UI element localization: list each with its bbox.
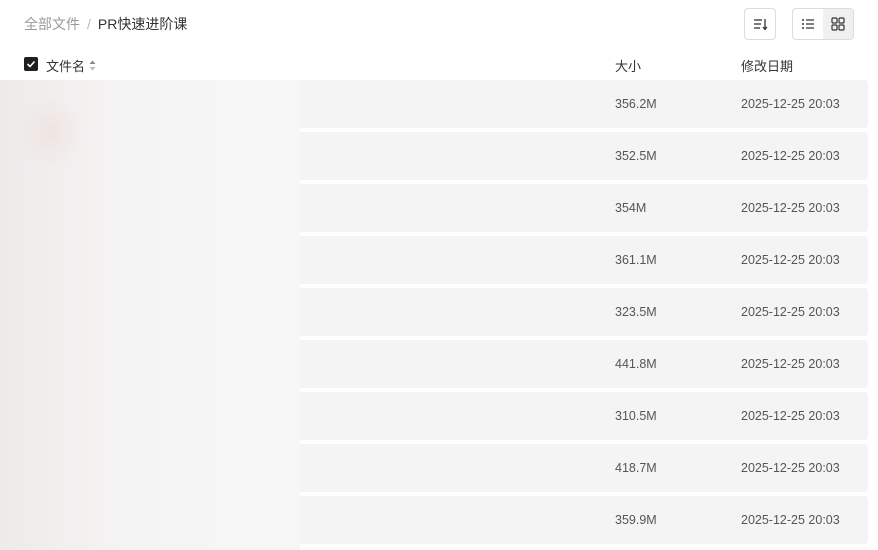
file-size: 418.7M	[615, 461, 657, 475]
column-header-name-label: 文件名	[46, 59, 86, 74]
file-size: 352.5M	[615, 149, 657, 163]
breadcrumb-current-folder: PR快速进阶课	[97, 16, 188, 32]
file-modified-date: 2025-12-25 20:03	[741, 201, 840, 215]
breadcrumb-root-link[interactable]: 全部文件	[24, 14, 80, 34]
blurred-region	[0, 80, 300, 550]
breadcrumb-separator: /	[87, 16, 91, 32]
list-view-button[interactable]	[793, 9, 823, 39]
file-size: 323.5M	[615, 305, 657, 319]
file-modified-date: 2025-12-25 20:03	[741, 253, 840, 267]
file-modified-date: 2025-12-25 20:03	[741, 357, 840, 371]
file-size: 361.1M	[615, 253, 657, 267]
sort-lines-icon	[754, 19, 768, 31]
grid-view-button[interactable]	[823, 9, 853, 39]
select-all-checkbox[interactable]	[24, 57, 38, 71]
table-header: 文件名 大小 修改日期	[0, 52, 878, 76]
check-icon	[26, 60, 36, 68]
file-browser: 全部文件 / PR快速进阶课 文件名 大小 修改日期 356.2M 2025-1…	[0, 0, 878, 550]
file-size: 441.8M	[615, 357, 657, 371]
grid-view-icon	[831, 17, 845, 31]
blurred-spot	[14, 92, 84, 172]
file-size: 356.2M	[615, 97, 657, 111]
sort-button[interactable]	[744, 8, 776, 40]
column-header-modified: 修改日期	[741, 59, 794, 74]
file-modified-date: 2025-12-25 20:03	[741, 305, 840, 319]
file-modified-date: 2025-12-25 20:03	[741, 409, 840, 423]
breadcrumb: 全部文件 / PR快速进阶课	[24, 14, 187, 34]
file-modified-date: 2025-12-25 20:03	[741, 513, 840, 527]
column-header-name[interactable]: 文件名	[46, 56, 96, 75]
list-view-icon	[802, 19, 814, 29]
file-modified-date: 2025-12-25 20:03	[741, 461, 840, 475]
file-modified-date: 2025-12-25 20:03	[741, 97, 840, 111]
file-size: 354M	[615, 201, 647, 215]
sort-caret-icon[interactable]	[89, 60, 96, 71]
file-size: 310.5M	[615, 409, 657, 423]
view-toggle	[792, 8, 854, 40]
file-modified-date: 2025-12-25 20:03	[741, 149, 840, 163]
column-header-size: 大小	[615, 59, 642, 74]
file-size: 359.9M	[615, 513, 657, 527]
